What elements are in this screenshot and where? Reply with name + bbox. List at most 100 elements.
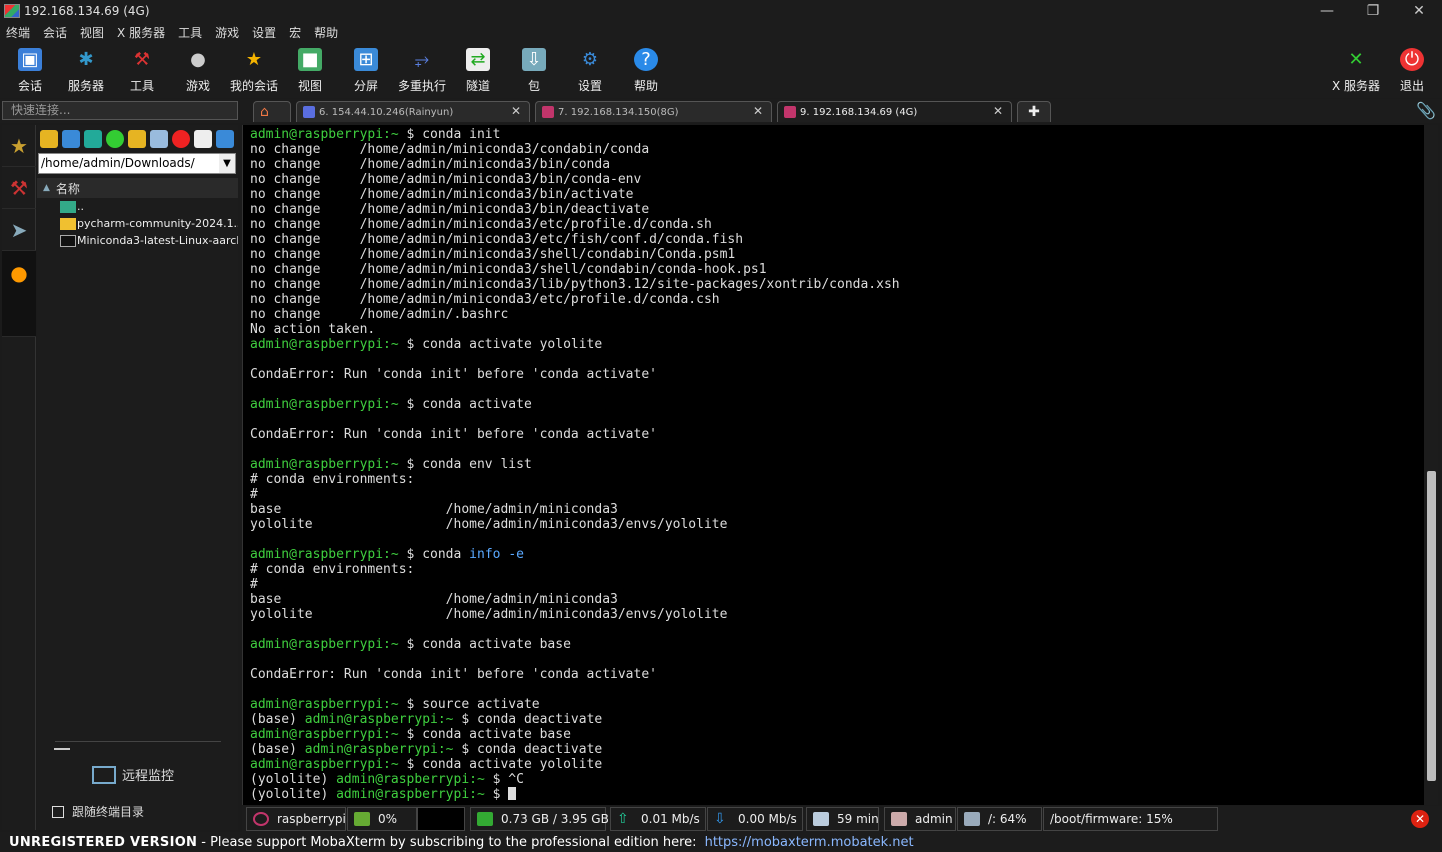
- terminal-line: (yololite) admin@raspberrypi:~ $ ^C: [250, 772, 1424, 787]
- terminal-text: (yololite): [250, 772, 337, 787]
- tab-close-icon[interactable]: ✕: [993, 104, 1003, 118]
- terminal-text: (yololite): [250, 787, 337, 802]
- tab-session-6[interactable]: 6. 154.44.10.246(Rainyun) ✕: [296, 101, 530, 122]
- delete-icon[interactable]: [172, 130, 190, 148]
- toolbar-multiexec-button[interactable]: ⥅ 多重执行: [394, 44, 450, 94]
- terminal-text: $ conda env list: [398, 457, 532, 472]
- attach-icon[interactable]: 📎: [1416, 101, 1436, 120]
- toolbar-games-button[interactable]: ● 游戏: [170, 44, 226, 94]
- footer-bar: UNREGISTERED VERSION - Please support Mo…: [0, 832, 1442, 852]
- restore-button[interactable]: ❐: [1350, 0, 1396, 22]
- tools-icon: ⚒: [10, 175, 28, 200]
- rename-icon[interactable]: [194, 130, 212, 148]
- toolbar-split-button[interactable]: ⊞ 分屏: [338, 44, 394, 94]
- new-tab-button[interactable]: ✚: [1017, 101, 1051, 122]
- session-tab-icon: [303, 106, 315, 118]
- minimize-button[interactable]: —: [1304, 0, 1350, 22]
- toolbar-packages-button[interactable]: ⇩ 包: [506, 44, 562, 94]
- terminal-text: $ conda: [398, 547, 470, 562]
- toolbar-servers-button[interactable]: ✱ 服务器: [58, 44, 114, 94]
- packages-icon: ⇩: [522, 48, 546, 71]
- refresh-icon[interactable]: [106, 130, 124, 148]
- menu-sessions[interactable]: 会话: [43, 24, 67, 41]
- prompt-text: admin@raspberrypi:~: [250, 547, 399, 562]
- close-session-icon[interactable]: ✕: [1411, 810, 1429, 828]
- toolbar-view-button[interactable]: ■ 视图: [282, 44, 338, 94]
- follow-terminal-checkbox[interactable]: 跟随终端目录: [52, 803, 144, 820]
- prompt-text: admin@raspberrypi:~: [250, 757, 399, 772]
- view-icon: ■: [298, 48, 322, 71]
- new-file-icon[interactable]: [150, 130, 168, 148]
- tab-home[interactable]: ⌂: [253, 101, 291, 122]
- folder-up-icon[interactable]: [40, 130, 58, 148]
- checkbox[interactable]: [52, 805, 64, 818]
- terminal-scrollbar[interactable]: [1424, 125, 1438, 805]
- terminal-line: admin@raspberrypi:~ $ conda init: [250, 127, 1424, 142]
- toolbar-tools-button[interactable]: ⚒ 工具: [114, 44, 170, 94]
- sidebar-tab-sftp-send[interactable]: ➤: [2, 209, 36, 251]
- menu-bar: 终端 会话 视图 X 服务器 工具 游戏 设置 宏 帮助: [0, 22, 1442, 42]
- tunnel-icon: ⇄: [466, 48, 490, 71]
- download-icon[interactable]: [62, 130, 80, 148]
- new-folder-icon[interactable]: [128, 130, 146, 148]
- menu-tools[interactable]: 工具: [178, 24, 202, 41]
- file-list-header[interactable]: ▲ 名称: [37, 178, 238, 198]
- terminal-line: admin@raspberrypi:~ $ conda info -e: [250, 547, 1424, 562]
- status-user: admin: [884, 807, 956, 831]
- toolbar-xserver-button[interactable]: ✕ X 服务器: [1328, 44, 1384, 94]
- upload-icon[interactable]: [84, 130, 102, 148]
- menu-help[interactable]: 帮助: [314, 24, 338, 41]
- file-row-folder[interactable]: pycharm-community-2024.1.3: [37, 215, 238, 232]
- sidebar-tab-sessions[interactable]: ★: [2, 125, 36, 167]
- file-row-script[interactable]: Miniconda3-latest-Linux-aarch64.: [37, 232, 238, 249]
- tab-close-icon[interactable]: ✕: [753, 104, 763, 118]
- tab-close-icon[interactable]: ✕: [511, 104, 521, 118]
- toolbar-settings-button[interactable]: ⚙ 设置: [562, 44, 618, 94]
- raspberry-icon: [253, 812, 269, 826]
- terminal-text: no change /home/admin/miniconda3/bin/dea…: [250, 202, 650, 217]
- sidebar-tab-tools[interactable]: ⚒: [2, 167, 36, 209]
- status-uptime: 59 min: [806, 807, 879, 831]
- menu-games[interactable]: 游戏: [215, 24, 239, 41]
- menu-macros[interactable]: 宏: [289, 24, 301, 41]
- sftp-globe-icon: ●: [10, 261, 28, 285]
- mobatek-link[interactable]: https://mobaxterm.mobatek.net: [705, 835, 914, 850]
- terminal-line: admin@raspberrypi:~ $ conda activate yol…: [250, 337, 1424, 352]
- toolbar-my-sessions-button[interactable]: ★ 我的会话: [226, 44, 282, 94]
- quick-connect-input[interactable]: 快速连接...: [2, 101, 238, 120]
- prompt-text: admin@raspberrypi:~: [250, 127, 399, 142]
- script-file-icon: [60, 234, 76, 247]
- session-icon: ▣: [18, 48, 42, 71]
- collapse-handle[interactable]: [54, 748, 70, 750]
- user-icon: [891, 812, 907, 826]
- terminal-text: no change /home/admin/miniconda3/bin/con…: [250, 172, 642, 187]
- menu-xserver[interactable]: X 服务器: [117, 24, 165, 41]
- monitor-icon: [92, 765, 116, 784]
- remote-monitoring-button[interactable]: 远程监控: [92, 765, 174, 784]
- toolbar-exit-button[interactable]: ⏻ 退出: [1384, 44, 1440, 94]
- toolbar-help-button[interactable]: ? 帮助: [618, 44, 674, 94]
- home-icon: ⌂: [260, 104, 269, 120]
- toggle-view-icon[interactable]: [216, 130, 234, 148]
- sidebar-tab-sftp[interactable]: ●: [2, 251, 36, 337]
- toolbar-session-button[interactable]: ▣ 会话: [2, 44, 58, 94]
- sftp-path-input[interactable]: /home/admin/Downloads/ ▼: [38, 153, 236, 174]
- terminal-text: $ conda activate base: [398, 637, 571, 652]
- file-row-parent[interactable]: ..: [37, 198, 238, 215]
- toolbar-tunnel-button[interactable]: ⇄ 隧道: [450, 44, 506, 94]
- help-icon: ?: [634, 48, 658, 71]
- prompt-text: admin@raspberrypi:~: [304, 712, 454, 727]
- menu-terminal[interactable]: 终端: [6, 24, 30, 41]
- terminal-output[interactable]: admin@raspberrypi:~ $ conda init no chang…: [242, 125, 1424, 805]
- terminal-text: $ conda deactivate: [453, 712, 603, 727]
- terminal-line: no change /home/admin/miniconda3/etc/fis…: [250, 232, 1424, 247]
- tab-session-7[interactable]: 7. 192.168.134.150(8G) ✕: [535, 101, 772, 122]
- menu-settings[interactable]: 设置: [252, 24, 276, 41]
- tab-session-9[interactable]: 9. 192.168.134.69 (4G) ✕: [777, 101, 1012, 122]
- scroll-thumb[interactable]: [1427, 471, 1436, 781]
- parent-folder-icon: [60, 200, 76, 213]
- menu-view[interactable]: 视图: [80, 24, 104, 41]
- unregistered-label: UNREGISTERED VERSION: [9, 834, 198, 850]
- close-window-button[interactable]: ✕: [1396, 0, 1442, 22]
- chevron-down-icon[interactable]: ▼: [219, 154, 235, 173]
